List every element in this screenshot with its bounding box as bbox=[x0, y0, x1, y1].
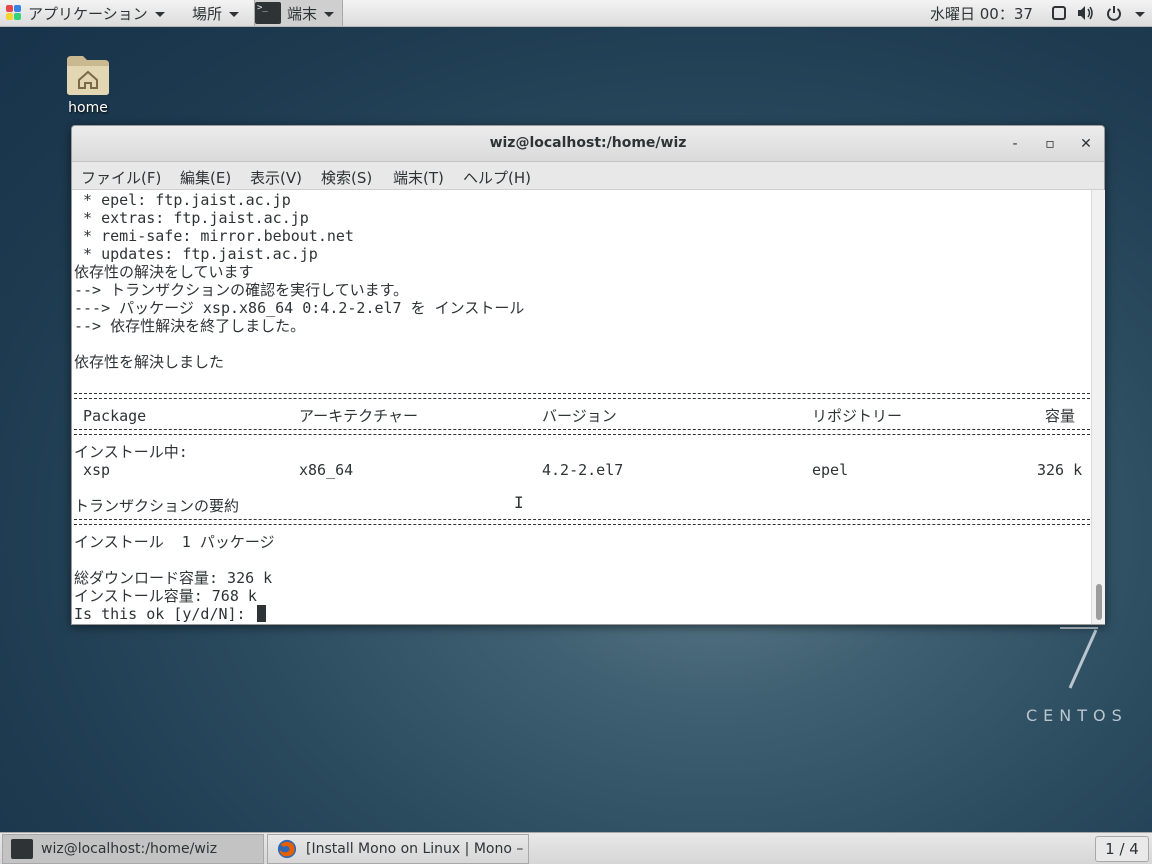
task-firefox-label: [Install Mono on Linux | Mono – M… bbox=[306, 841, 528, 857]
terminal-line: * extras: ftp.jaist.ac.jp bbox=[74, 209, 309, 227]
home-label[interactable]: home bbox=[56, 100, 120, 116]
separator-line bbox=[74, 429, 1090, 435]
table-cell-package: xsp bbox=[83, 461, 111, 479]
terminal-line: --> トランザクションの確認を実行しています。 bbox=[74, 281, 409, 299]
maximize-button[interactable]: ▫ bbox=[1040, 134, 1060, 154]
prompt-text: Is this ok [y/d/N]: bbox=[74, 605, 255, 623]
terminal-window[interactable]: wiz@localhost:/home/wiz ‐ ▫ ✕ ファイル(F) 編集… bbox=[71, 125, 1105, 625]
volume-icon[interactable] bbox=[1077, 5, 1095, 21]
task-terminal[interactable]: wiz@localhost:/home/wiz bbox=[2, 834, 264, 864]
minimize-button[interactable]: ‐ bbox=[1005, 134, 1025, 154]
scrollbar-thumb[interactable] bbox=[1096, 584, 1102, 620]
table-cell-size: 326 k bbox=[1037, 461, 1083, 479]
close-button[interactable]: ✕ bbox=[1076, 134, 1096, 154]
terminal-line: 依存性の解決をしています bbox=[74, 263, 254, 281]
applications-icon bbox=[6, 5, 22, 21]
table-header-package: Package bbox=[83, 407, 147, 425]
clock[interactable]: 水曜日 00：37 bbox=[930, 0, 1033, 26]
applications-label: アプリケーション bbox=[28, 4, 148, 23]
top-bar: アプリケーション 場所 >_ 端末 水曜日 00：37 bbox=[0, 0, 1152, 27]
window-title: wiz@localhost:/home/wiz bbox=[489, 135, 687, 151]
mouse-ibeam-cursor-icon: I bbox=[514, 493, 524, 512]
home-folder-icon[interactable] bbox=[65, 52, 111, 98]
menu-file[interactable]: ファイル(F) bbox=[81, 167, 161, 188]
menu-bar: ファイル(F) 編集(E) 表示(V) 検索(S) 端末(T) ヘルプ(H) bbox=[72, 162, 1104, 190]
applications-menu[interactable]: アプリケーション bbox=[6, 0, 165, 26]
centos-logo-text: CENTOS bbox=[1026, 706, 1128, 725]
table-cell-arch: x86_64 bbox=[299, 461, 354, 479]
places-label: 場所 bbox=[192, 4, 223, 23]
terminal-icon bbox=[11, 839, 33, 859]
window-titlebar[interactable]: wiz@localhost:/home/wiz ‐ ▫ ✕ bbox=[72, 126, 1104, 162]
terminal-line: --> 依存性解決を終了しました。 bbox=[74, 317, 306, 335]
separator-line bbox=[74, 393, 1090, 399]
table-header-version: バージョン bbox=[542, 407, 617, 425]
clock-label: 水曜日 00：37 bbox=[930, 4, 1033, 23]
centos-logo-mark bbox=[1060, 627, 1098, 689]
terminal-app-label: 端末 bbox=[287, 4, 318, 23]
menu-edit[interactable]: 編集(E) bbox=[180, 167, 231, 188]
chevron-down-icon bbox=[229, 11, 240, 17]
task-firefox[interactable]: [Install Mono on Linux | Mono – M… bbox=[267, 834, 529, 864]
screen-icon[interactable] bbox=[1051, 5, 1067, 21]
chevron-down-icon bbox=[154, 11, 165, 17]
chevron-down-icon[interactable] bbox=[1135, 12, 1145, 17]
task-terminal-label: wiz@localhost:/home/wiz bbox=[41, 841, 218, 857]
download-size: 総ダウンロード容量: 326 k bbox=[74, 569, 273, 587]
terminal-icon: >_ bbox=[255, 2, 281, 24]
menu-terminal[interactable]: 端末(T) bbox=[393, 167, 444, 188]
table-header-arch: アーキテクチャー bbox=[299, 407, 418, 425]
terminal-app-menu[interactable]: >_ 端末 bbox=[254, 0, 344, 26]
install-size: インストール容量: 768 k bbox=[74, 587, 257, 605]
chevron-down-icon bbox=[324, 11, 335, 17]
places-menu[interactable]: 場所 bbox=[192, 0, 240, 26]
menu-view[interactable]: 表示(V) bbox=[250, 167, 302, 188]
taskbar: wiz@localhost:/home/wiz [Install Mono on… bbox=[0, 832, 1152, 864]
workspace-indicator[interactable]: 1 / 4 bbox=[1095, 836, 1149, 862]
summary-title: トランザクションの要約 bbox=[74, 497, 240, 515]
table-header-repository: リポジトリー bbox=[812, 407, 903, 425]
terminal-output[interactable]: * epel: ftp.jaist.ac.jp * extras: ftp.ja… bbox=[72, 190, 1091, 624]
firefox-icon bbox=[277, 839, 297, 859]
install-summary: インストール 1 パッケージ bbox=[74, 533, 275, 551]
terminal-line: * epel: ftp.jaist.ac.jp bbox=[74, 191, 291, 209]
terminal-line: ---> パッケージ xsp.x86_64 0:4.2-2.el7 を インスト… bbox=[74, 299, 525, 317]
separator-line bbox=[74, 519, 1090, 525]
prompt-line[interactable]: Is this ok [y/d/N]: bbox=[74, 605, 266, 623]
table-cell-version: 4.2-2.el7 bbox=[542, 461, 624, 479]
terminal-line: 依存性を解決しました bbox=[74, 353, 225, 371]
text-cursor bbox=[256, 605, 266, 622]
power-icon[interactable] bbox=[1106, 5, 1122, 21]
table-header-size: 容量 bbox=[1045, 407, 1076, 425]
scrollbar[interactable] bbox=[1091, 190, 1105, 624]
terminal-line: * updates: ftp.jaist.ac.jp bbox=[74, 245, 318, 263]
menu-help[interactable]: ヘルプ(H) bbox=[463, 167, 531, 188]
table-section-label: インストール中: bbox=[74, 443, 188, 461]
table-cell-repository: epel bbox=[812, 461, 849, 479]
menu-search[interactable]: 検索(S) bbox=[321, 167, 372, 188]
terminal-line: * remi-safe: mirror.bebout.net bbox=[74, 227, 354, 245]
